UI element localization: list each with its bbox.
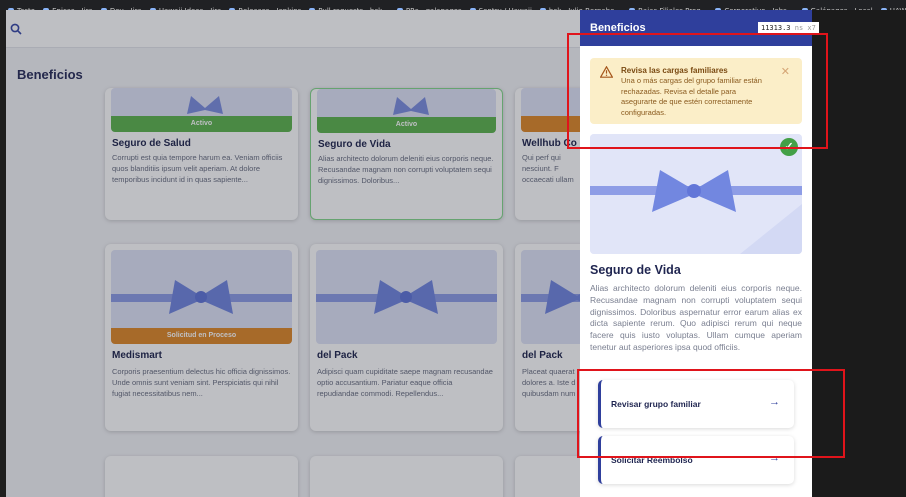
annotation-box-alert — [567, 33, 828, 149]
bookmarks-bar: TestoEpicas - JiraDev - JiraHawaii Ideas… — [0, 0, 906, 10]
benefit-hero-image: ✓ — [590, 134, 802, 254]
screen: TestoEpicas - JiraDev - JiraHawaii Ideas… — [0, 0, 906, 497]
benefit-description: Alias architecto dolorum deleniti eius c… — [590, 283, 802, 352]
benefit-title: Seguro de Vida — [590, 263, 681, 277]
gift-ribbon-illustration — [590, 134, 802, 254]
annotation-box-actions — [577, 369, 845, 458]
